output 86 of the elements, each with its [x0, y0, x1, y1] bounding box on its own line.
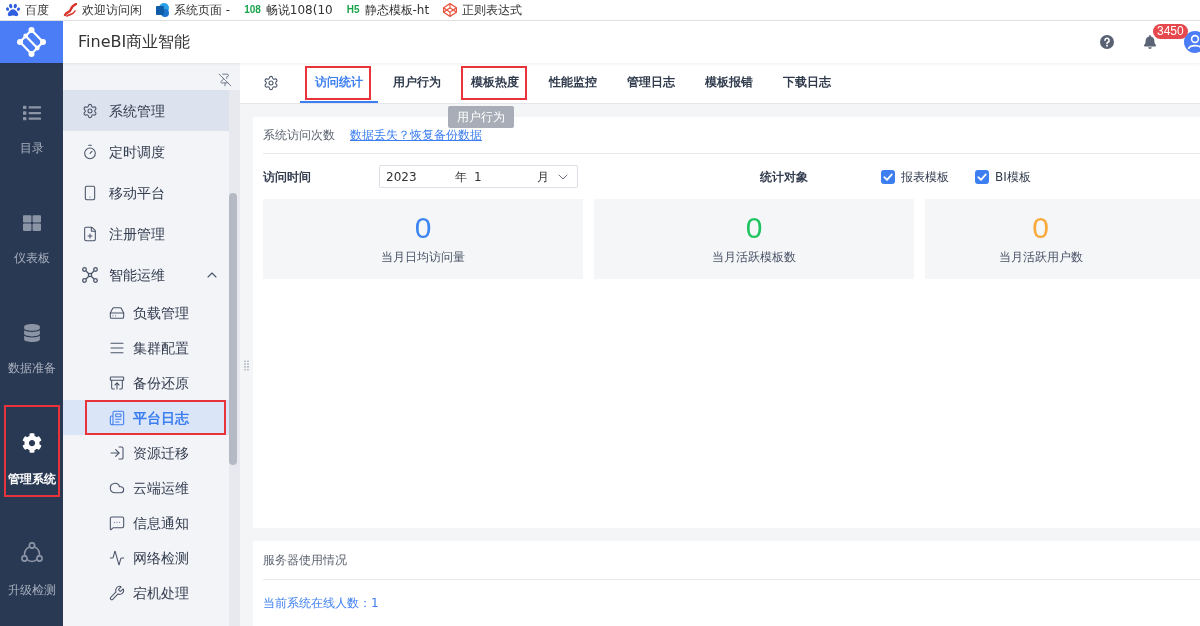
submenu-item[interactable]: 宕机处理 [63, 575, 229, 610]
stat-value: 0 [1032, 211, 1049, 245]
timer-icon [82, 143, 98, 160]
menu-item[interactable]: 定时调度 [63, 131, 229, 172]
stat-value: 0 [414, 211, 432, 245]
nodes-ring-icon [20, 542, 43, 564]
tab[interactable]: 访问统计 [300, 63, 378, 103]
grid-icon [22, 214, 41, 232]
tab[interactable]: 下载日志 [768, 63, 846, 103]
submenu-item[interactable]: 信息通知 [63, 505, 229, 540]
avatar-icon[interactable] [1184, 31, 1200, 53]
tab[interactable]: 管理日志 [612, 63, 690, 103]
swirl-icon [63, 3, 77, 17]
stat-label: 当月活跃用户数 [998, 249, 1083, 265]
nav-item[interactable]: 管理系统 [0, 405, 63, 515]
stat-value: 0 [745, 211, 763, 245]
login-icon [109, 444, 125, 461]
paw-icon [6, 3, 20, 17]
submenu-item[interactable]: 资源迁移 [63, 435, 229, 470]
nav-item[interactable]: 目录 [0, 75, 63, 185]
notification-count: 3450 [1153, 24, 1188, 39]
bookmark-link[interactable]: 正则表达式 [443, 2, 523, 18]
phone-icon [82, 184, 98, 201]
scrollbar-thumb[interactable] [229, 193, 237, 465]
file-plus-icon [82, 225, 98, 242]
section-title: 服务器使用情况 [263, 553, 347, 567]
restore-link[interactable]: 数据丢失？恢复备份数据 [350, 128, 482, 142]
tab[interactable]: 用户行为 [378, 63, 456, 103]
nodes-icon [82, 266, 98, 283]
bookmark-link[interactable]: 108 畅说108(10 [244, 2, 333, 18]
site-mark: 108 [244, 4, 261, 16]
checkbox[interactable] [975, 169, 989, 184]
help-icon[interactable] [1100, 35, 1114, 49]
bookmark-link[interactable]: 欢迎访问闲 [63, 2, 142, 18]
month-value: 1 [474, 168, 483, 185]
app-title: FineBI商业智能 [78, 32, 191, 52]
field-label: 访问时间 [263, 168, 312, 185]
cube-icon [443, 3, 458, 17]
tooltip: 用户行为 [448, 106, 514, 128]
list-icon [22, 104, 41, 122]
nav-item[interactable]: 数据准备 [0, 295, 63, 405]
unit-label: 月 [537, 168, 549, 185]
field-label: 统计对象 [760, 168, 808, 185]
settings-icon [82, 102, 98, 119]
submenu-item[interactable]: 集群配置 [63, 330, 229, 365]
menu-item[interactable]: 智能运维 [63, 254, 229, 295]
bell-icon[interactable] [1143, 35, 1157, 49]
document-icon [156, 3, 169, 17]
site-mark: H5 [346, 4, 360, 16]
drag-handle-icon[interactable] [244, 359, 249, 371]
nav-item[interactable]: 升级检测 [0, 515, 63, 625]
stat-label: 当月日均访问量 [381, 249, 465, 265]
submenu-item[interactable]: 负载管理 [63, 295, 229, 330]
newspaper-icon [109, 409, 125, 426]
submenu-item[interactable]: 网络检测 [63, 540, 229, 575]
checkbox[interactable] [881, 169, 895, 184]
tab[interactable]: 性能监控 [534, 63, 612, 103]
wrench-icon [109, 584, 125, 601]
section-title: 系统访问次数 [263, 128, 335, 142]
settings-icon [21, 433, 42, 453]
tab[interactable]: 模板热度 [456, 63, 534, 103]
database-icon [22, 324, 41, 342]
date-picker[interactable]: 2023 年 1 月 [379, 165, 578, 188]
stat-label: 当月活跃模板数 [712, 249, 796, 265]
settings-icon[interactable] [263, 75, 279, 91]
nav-item[interactable]: 仪表板 [0, 185, 63, 295]
unit-label: 年 [455, 168, 468, 185]
bookmark-link[interactable]: H5 静态模板-ht [346, 2, 430, 18]
drive-icon [109, 304, 125, 321]
menu-item[interactable]: 移动平台 [63, 172, 229, 213]
bookmark-link[interactable]: 系统页面 - [156, 2, 231, 18]
pin-off-icon[interactable] [218, 72, 232, 87]
checkbox-label[interactable]: BI模板 [995, 168, 1031, 185]
submenu-item[interactable]: 备份还原 [63, 365, 229, 400]
year-value: 2023 [386, 168, 418, 185]
checkbox-label[interactable]: 报表模板 [901, 168, 949, 185]
online-users-text: 当前系统在线人数：1 [263, 595, 379, 611]
pulse-icon [109, 549, 125, 566]
scrollbar[interactable] [229, 90, 240, 626]
archive-icon [109, 374, 125, 391]
tab[interactable]: 模板报错 [690, 63, 768, 103]
menu-item[interactable]: 注册管理 [63, 213, 229, 254]
submenu-item[interactable]: 云端运维 [63, 470, 229, 505]
menu-item[interactable]: 系统管理 [63, 90, 229, 131]
bookmark-link[interactable]: 百度 [6, 2, 49, 18]
chat-icon [109, 514, 125, 531]
